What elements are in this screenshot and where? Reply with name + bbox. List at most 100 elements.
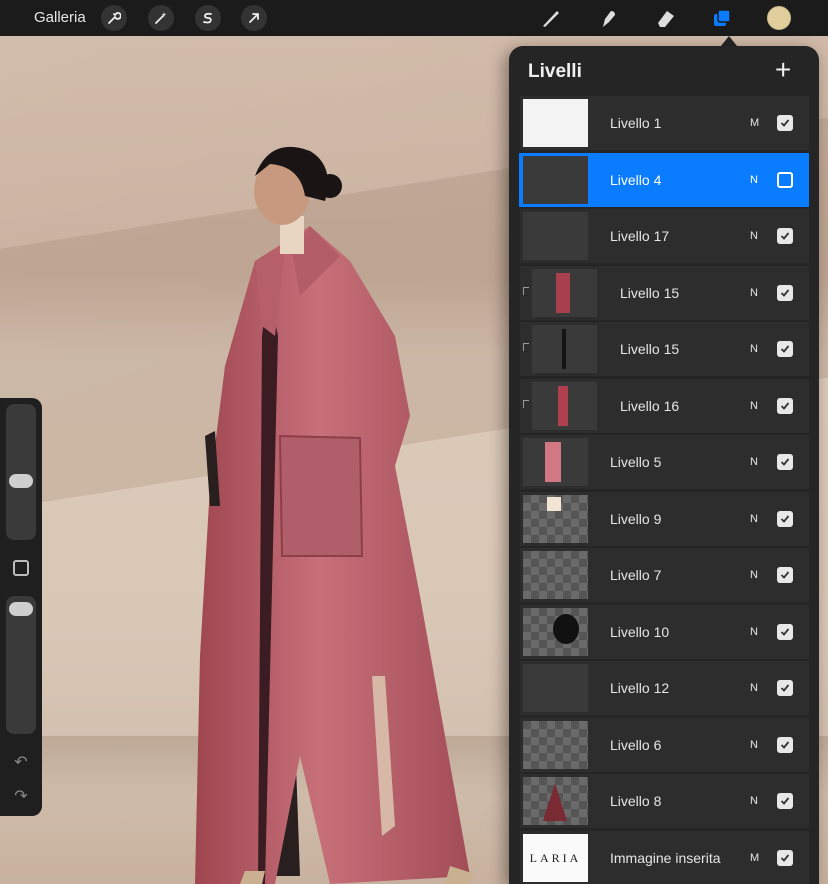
layer-thumbnail	[523, 608, 588, 656]
top-toolbar: Galleria	[0, 0, 828, 36]
layer-thumbnail	[523, 721, 588, 769]
visibility-checkbox[interactable]	[777, 737, 793, 753]
clipping-mask-icon	[523, 400, 529, 408]
blend-mode[interactable]: M	[750, 852, 759, 864]
blend-mode[interactable]: N	[750, 456, 758, 468]
clipping-mask-icon	[523, 343, 529, 351]
thumbnail-mark	[556, 273, 570, 313]
layer-thumbnail	[523, 495, 588, 543]
layer-thumbnail	[523, 99, 588, 147]
visibility-checkbox[interactable]	[777, 172, 793, 188]
selection-icon[interactable]	[195, 5, 221, 31]
visibility-checkbox[interactable]	[777, 341, 793, 357]
layer-thumbnail	[523, 777, 588, 825]
brush-size-slider[interactable]	[6, 404, 36, 540]
wrench-icon[interactable]	[101, 5, 127, 31]
layer-row[interactable]: Livello 15 N	[520, 266, 809, 320]
layer-thumbnail	[523, 551, 588, 599]
layer-row[interactable]: LARIA Immagine inserita M	[520, 831, 809, 884]
layer-row[interactable]: Livello 7 N	[520, 548, 809, 602]
layer-row[interactable]: Livello 16 N	[520, 379, 809, 433]
layer-row[interactable]: Livello 12 N	[520, 661, 809, 715]
visibility-checkbox[interactable]	[777, 285, 793, 301]
brush-icon[interactable]	[539, 6, 563, 30]
layer-name: Immagine inserita	[610, 850, 721, 866]
blend-mode[interactable]: N	[750, 682, 758, 694]
layers-panel: Livelli + Livello 1 M Livello 4 N Livell…	[509, 46, 819, 884]
layer-row[interactable]: Livello 15 N	[520, 322, 809, 376]
layer-name: Livello 4	[610, 172, 662, 188]
blend-mode[interactable]: N	[750, 230, 758, 242]
visibility-checkbox[interactable]	[777, 680, 793, 696]
inserted-image-logo: LARIA	[529, 850, 582, 865]
layer-row[interactable]: Livello 6 N	[520, 718, 809, 772]
smudge-icon[interactable]	[596, 6, 620, 30]
layer-name: Livello 12	[610, 680, 670, 696]
add-layer-button[interactable]: +	[775, 56, 791, 84]
panel-caret	[721, 36, 737, 46]
visibility-checkbox[interactable]	[777, 567, 793, 583]
layer-name: Livello 15	[620, 341, 680, 357]
blend-mode[interactable]: N	[750, 174, 758, 186]
blend-mode[interactable]: N	[750, 400, 758, 412]
layer-row[interactable]: Livello 10 N	[520, 605, 809, 659]
layer-row[interactable]: Livello 9 N	[520, 492, 809, 546]
layer-thumbnail: LARIA	[523, 834, 588, 882]
visibility-checkbox[interactable]	[777, 850, 793, 866]
layers-icon[interactable]	[710, 6, 734, 30]
redo-icon[interactable]: ↷	[12, 786, 30, 805]
brush-size-knob[interactable]	[9, 474, 33, 488]
undo-icon[interactable]: ↶	[12, 752, 30, 771]
layer-name: Livello 10	[610, 624, 670, 640]
blend-mode[interactable]: N	[750, 287, 758, 299]
visibility-checkbox[interactable]	[777, 511, 793, 527]
layer-name: Livello 6	[610, 737, 662, 753]
thumbnail-mark	[543, 783, 567, 821]
layer-name: Livello 9	[610, 511, 662, 527]
opacity-knob[interactable]	[9, 602, 33, 616]
blend-mode[interactable]: N	[750, 513, 758, 525]
visibility-checkbox[interactable]	[777, 793, 793, 809]
layer-thumbnail	[523, 438, 588, 486]
thumbnail-mark	[547, 497, 561, 511]
gallery-button[interactable]: Galleria	[34, 9, 86, 26]
layer-thumbnail	[523, 212, 588, 260]
left-sidebar: ↶ ↷	[0, 398, 42, 816]
visibility-checkbox[interactable]	[777, 454, 793, 470]
layer-row[interactable]: Livello 8 N	[520, 774, 809, 828]
layer-row[interactable]: Livello 5 N	[520, 435, 809, 489]
layer-name: Livello 17	[610, 228, 670, 244]
opacity-slider[interactable]	[6, 596, 36, 734]
blend-mode[interactable]: N	[750, 739, 758, 751]
blend-mode[interactable]: N	[750, 626, 758, 638]
layer-name: Livello 15	[620, 285, 680, 301]
visibility-checkbox[interactable]	[777, 228, 793, 244]
layer-row[interactable]: Livello 17 N	[520, 209, 809, 263]
magic-wand-icon[interactable]	[148, 5, 174, 31]
layer-name: Livello 7	[610, 567, 662, 583]
visibility-checkbox[interactable]	[777, 398, 793, 414]
transform-arrow-icon[interactable]	[241, 5, 267, 31]
thumbnail-mark	[562, 329, 566, 369]
layers-panel-title: Livelli	[528, 61, 582, 82]
blend-mode[interactable]: M	[750, 117, 759, 129]
blend-mode[interactable]: N	[750, 569, 758, 581]
layer-thumbnail	[523, 156, 588, 204]
thumbnail-mark	[553, 614, 579, 644]
clipping-mask-icon	[523, 287, 529, 295]
layer-row[interactable]: Livello 1 M	[520, 96, 809, 150]
layer-name: Livello 8	[610, 793, 662, 809]
visibility-checkbox[interactable]	[777, 624, 793, 640]
layer-row-selected[interactable]: Livello 4 N	[519, 153, 809, 207]
layer-name: Livello 16	[620, 398, 680, 414]
color-picker-button[interactable]	[767, 6, 791, 30]
layer-thumbnail	[532, 269, 597, 317]
blend-mode[interactable]: N	[750, 343, 758, 355]
eyedropper-square-button[interactable]	[13, 560, 29, 576]
visibility-checkbox[interactable]	[777, 115, 793, 131]
layer-name: Livello 1	[610, 115, 662, 131]
layer-thumbnail	[532, 325, 597, 373]
blend-mode[interactable]: N	[750, 795, 758, 807]
eraser-icon[interactable]	[653, 6, 677, 30]
layer-name: Livello 5	[610, 454, 662, 470]
